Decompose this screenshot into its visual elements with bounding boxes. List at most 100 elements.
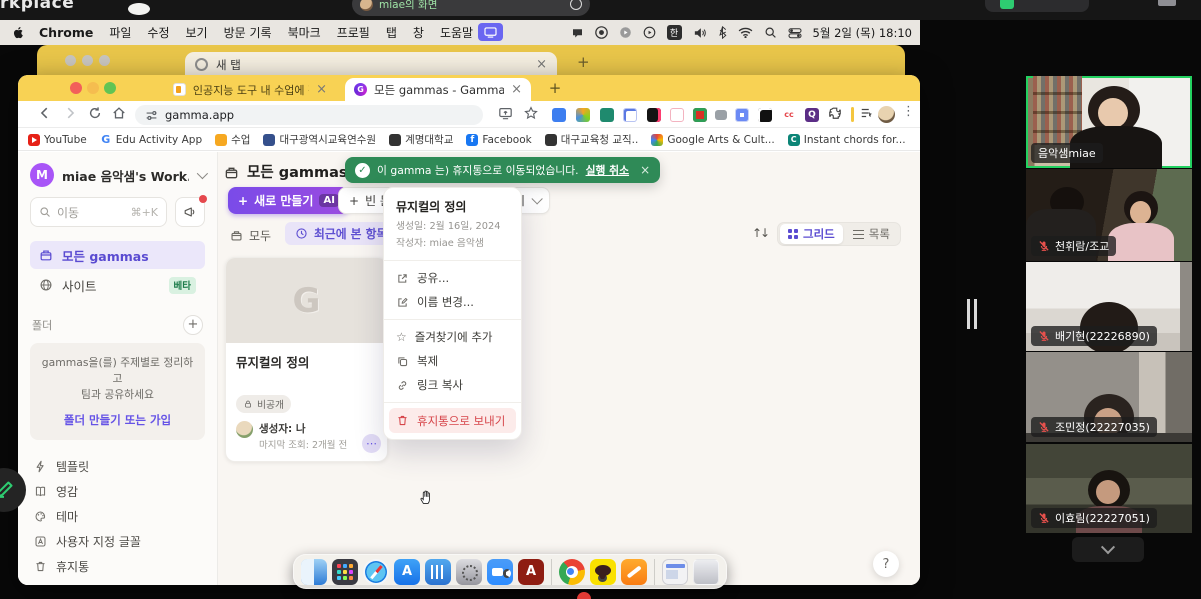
apple-icon[interactable] — [12, 25, 25, 40]
safari-icon[interactable] — [363, 559, 389, 585]
bookmark-instant-chords[interactable]: Instant chords for... — [788, 134, 906, 146]
profile-avatar[interactable] — [878, 106, 895, 123]
menu-help[interactable]: 도움말 — [440, 24, 473, 41]
filter-all[interactable]: 모두 — [230, 227, 271, 244]
help-button[interactable] — [873, 551, 899, 577]
window-zoom-icon[interactable] — [104, 82, 116, 94]
sidebar-item-all-gammas[interactable]: 모든 gammas — [30, 241, 205, 269]
minimized-window-icon[interactable] — [662, 559, 688, 585]
extension-snowflake-icon[interactable] — [735, 108, 749, 122]
add-folder-button[interactable] — [183, 315, 203, 335]
workspace-switcher[interactable]: M miae 음악샘's Work... — [30, 163, 205, 187]
close-toast-icon[interactable] — [640, 163, 650, 177]
participant-video[interactable]: 천휘람/조교 — [1026, 169, 1192, 261]
system-settings-icon[interactable] — [456, 559, 482, 585]
participant-video[interactable]: 이효림(22227051) — [1026, 444, 1192, 533]
extension-tabgrid-icon[interactable] — [623, 108, 637, 122]
menu-history[interactable]: 방문 기록 — [224, 24, 272, 41]
browser-menu-icon[interactable] — [902, 104, 915, 119]
window-close-icon[interactable] — [65, 55, 76, 66]
list-view-button[interactable]: 목록 — [845, 224, 898, 244]
close-tab-icon[interactable] — [536, 58, 547, 71]
window-minimize-icon[interactable] — [82, 55, 93, 66]
menu-edit[interactable]: 수정 — [147, 24, 169, 41]
acrobat-icon[interactable] — [518, 559, 544, 585]
spotlight-search-icon[interactable] — [764, 26, 777, 39]
menu-file[interactable]: 파일 — [109, 24, 131, 41]
back-icon[interactable] — [38, 106, 52, 120]
bookmark-daegu-edu[interactable]: 대구광역시교육연수원 — [263, 132, 376, 147]
participant-video[interactable]: 음악샘miae — [1026, 76, 1192, 168]
site-settings-icon[interactable] — [145, 109, 158, 122]
create-folder-link[interactable]: 폴더 만들기 또는 가입 — [38, 412, 197, 428]
app-store-icon[interactable] — [394, 559, 420, 585]
screen-sharing-indicator-icon[interactable] — [478, 23, 503, 41]
extension-camera-icon[interactable] — [715, 110, 727, 120]
window-close-icon[interactable] — [70, 82, 82, 94]
gamma-card[interactable]: 뮤지컬의 정의 비공개 생성자: 나 마지막 조회: 2개월 전 — [225, 257, 388, 462]
sidebar-item-sites[interactable]: 사이트 베타 — [30, 271, 205, 299]
extension-translate-icon[interactable] — [552, 108, 566, 122]
window-minimize-icon[interactable] — [87, 82, 99, 94]
search-input[interactable]: 이동 ⌘+K — [30, 197, 167, 227]
menu-bar-clock[interactable]: 5월 2일 (목) 18:10 — [813, 25, 914, 41]
extension-pixel-icon[interactable] — [600, 108, 614, 122]
home-icon[interactable] — [112, 106, 126, 120]
create-new-button[interactable]: 새로 만들기 AI — [228, 187, 349, 214]
menu-item-share[interactable]: 공유... — [384, 266, 521, 290]
menu-item-send-to-trash[interactable]: 휴지통으로 보내기 — [389, 408, 516, 433]
adobe-cc-icon[interactable] — [595, 26, 608, 39]
extension-colorful-icon[interactable] — [576, 108, 590, 122]
notification-bubble-icon[interactable] — [571, 27, 584, 39]
new-tab-icon[interactable] — [545, 79, 565, 97]
zoom-app-icon[interactable] — [487, 559, 513, 585]
menu-item-duplicate[interactable]: 복제 — [384, 349, 521, 373]
bookmark-edu-activity[interactable]: Edu Activity App — [100, 134, 202, 146]
background-browser-window[interactable]: 새 탭 — [37, 45, 905, 77]
volume-icon[interactable] — [693, 27, 707, 39]
grid-view-button[interactable]: 그리드 — [780, 224, 843, 244]
undo-link[interactable]: 실행 취소 — [586, 162, 630, 178]
menu-view[interactable]: 보기 — [186, 24, 208, 41]
extension-cc-icon[interactable] — [782, 108, 796, 122]
notes-app-icon[interactable] — [621, 559, 647, 585]
extension-d-icon[interactable] — [647, 108, 661, 122]
extension-qr-icon[interactable] — [758, 108, 772, 122]
tab-ai-tools[interactable]: 인공지능 도구 내 수업에 적용하기 — [165, 78, 335, 101]
card-menu-button[interactable] — [362, 434, 381, 453]
whats-new-button[interactable] — [175, 197, 205, 227]
bookmark-class[interactable]: 수업 — [215, 132, 250, 147]
reload-icon[interactable] — [88, 106, 102, 120]
extension-recorder-icon[interactable] — [693, 108, 707, 122]
bookmark-star-icon[interactable] — [524, 106, 538, 120]
trash-icon[interactable] — [693, 559, 719, 585]
menu-profiles[interactable]: 프로필 — [337, 24, 370, 41]
sidebar-item-themes[interactable]: 테마 — [30, 504, 205, 529]
input-source-icon[interactable]: 한 — [667, 25, 682, 40]
close-tab-icon[interactable] — [511, 83, 522, 96]
extension-arrow-icon[interactable] — [670, 108, 684, 122]
menu-tab[interactable]: 탭 — [386, 24, 397, 41]
participant-video[interactable]: 조민정(22227035) — [1026, 352, 1192, 442]
window-zoom-icon[interactable] — [99, 55, 110, 66]
participant-video[interactable]: 배기현(22226890) — [1026, 262, 1192, 351]
sidebar-item-custom-fonts[interactable]: 사용자 지정 글꼴 — [30, 529, 205, 554]
control-center-icon[interactable] — [788, 27, 802, 39]
filter-recently-viewed[interactable]: 최근에 본 항목 — [285, 222, 397, 245]
extension-q-icon[interactable] — [805, 108, 819, 122]
kakaotalk-icon[interactable] — [590, 559, 616, 585]
menu-window[interactable]: 창 — [413, 24, 424, 41]
screen-share-pill[interactable]: miae의 화면 — [352, 0, 590, 16]
new-tab-icon[interactable] — [577, 53, 590, 71]
bookmark-daegu-office[interactable]: 대구교육청 교직.. — [545, 132, 639, 147]
forward-icon[interactable] — [63, 106, 77, 120]
sidebar-item-inspiration[interactable]: 영감 — [30, 479, 205, 504]
play-circle-dark-icon[interactable] — [643, 26, 656, 39]
menu-item-rename[interactable]: 이름 변경... — [384, 290, 521, 314]
background-tab[interactable]: 새 탭 — [185, 52, 557, 77]
bookmark-youtube[interactable]: YouTube — [28, 134, 87, 146]
launchpad-icon[interactable] — [332, 559, 358, 585]
sidebar-item-templates[interactable]: 템플릿 — [30, 454, 205, 479]
menu-item-favorite[interactable]: 즐겨찾기에 추가 — [384, 325, 521, 349]
wifi-icon[interactable] — [738, 27, 753, 38]
